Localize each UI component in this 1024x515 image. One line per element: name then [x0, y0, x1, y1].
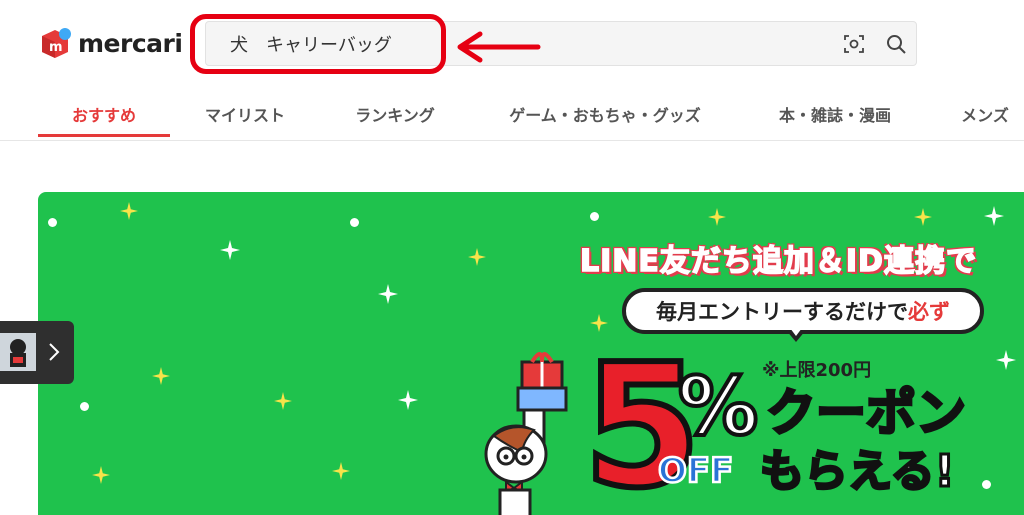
chevron-right-icon	[49, 343, 60, 361]
off-label: OFF	[657, 451, 735, 491]
sparkle-icon	[92, 466, 110, 484]
sparkle-icon	[220, 240, 240, 260]
tab-recommended[interactable]: おすすめ	[38, 90, 170, 138]
tab-games-toys-goods[interactable]: ゲーム・おもちゃ・グッズ	[480, 90, 730, 138]
site-header: m mercari おすすめ マイリスト ランキング ゲーム・おもちゃ・グッズ …	[0, 0, 1024, 141]
sparkle-icon	[708, 208, 726, 226]
bubble-accent-text: 必ず	[908, 300, 950, 324]
recently-viewed-toggle[interactable]	[0, 321, 74, 384]
search-input[interactable]	[220, 22, 790, 65]
sparkle-icon	[378, 284, 398, 304]
svg-text:m: m	[49, 40, 63, 55]
sparkle-icon	[152, 367, 170, 385]
sparkle-icon	[996, 350, 1016, 370]
mercari-logo[interactable]: m mercari	[38, 26, 183, 60]
sparkle-icon	[468, 248, 486, 266]
dog-mascot-illustration	[484, 352, 568, 515]
sparkle-icon	[274, 392, 292, 410]
search-box	[205, 21, 917, 66]
promo-banner[interactable]: LINE友だち追加＆ID連携で 毎月エントリーするだけで 必ず ※上限200円 5…	[38, 192, 1024, 515]
banner-headline: LINE友だち追加＆ID連携で	[579, 243, 977, 280]
coupon-text: クーポン	[765, 384, 968, 442]
tab-mens[interactable]: メンズ	[940, 90, 1024, 138]
percent-sign: %	[676, 360, 760, 453]
mercari-box-icon: m	[38, 26, 72, 60]
sparkle-dot	[80, 402, 89, 411]
sparkle-dot	[982, 480, 991, 489]
active-tab-indicator	[38, 134, 170, 137]
search-icon[interactable]	[884, 32, 908, 56]
sparkle-icon	[398, 390, 418, 410]
bubble-text: 毎月エントリーするだけで	[656, 300, 908, 324]
limit-note: ※上限200円	[762, 360, 872, 381]
tab-mylist[interactable]: マイリスト	[180, 90, 310, 138]
receive-text: もらえる!	[759, 446, 957, 497]
speech-bubble-tail-inner	[790, 328, 802, 336]
camera-scan-icon[interactable]	[842, 32, 866, 56]
sparkle-dot	[590, 212, 599, 221]
sparkle-icon	[984, 206, 1004, 226]
tab-books-magazines-manga[interactable]: 本・雑誌・漫画	[755, 90, 915, 138]
sparkle-icon	[332, 462, 350, 480]
recent-item-thumbnail	[0, 333, 36, 371]
sparkle-dot	[350, 218, 359, 227]
tab-ranking[interactable]: ランキング	[330, 90, 460, 138]
sparkle-dot	[48, 218, 57, 227]
sparkle-icon	[120, 202, 138, 220]
category-tabs: おすすめ マイリスト ランキング ゲーム・おもちゃ・グッズ 本・雑誌・漫画 メン…	[0, 90, 1024, 140]
logo-text: mercari	[78, 28, 183, 58]
sparkle-icon	[914, 208, 932, 226]
